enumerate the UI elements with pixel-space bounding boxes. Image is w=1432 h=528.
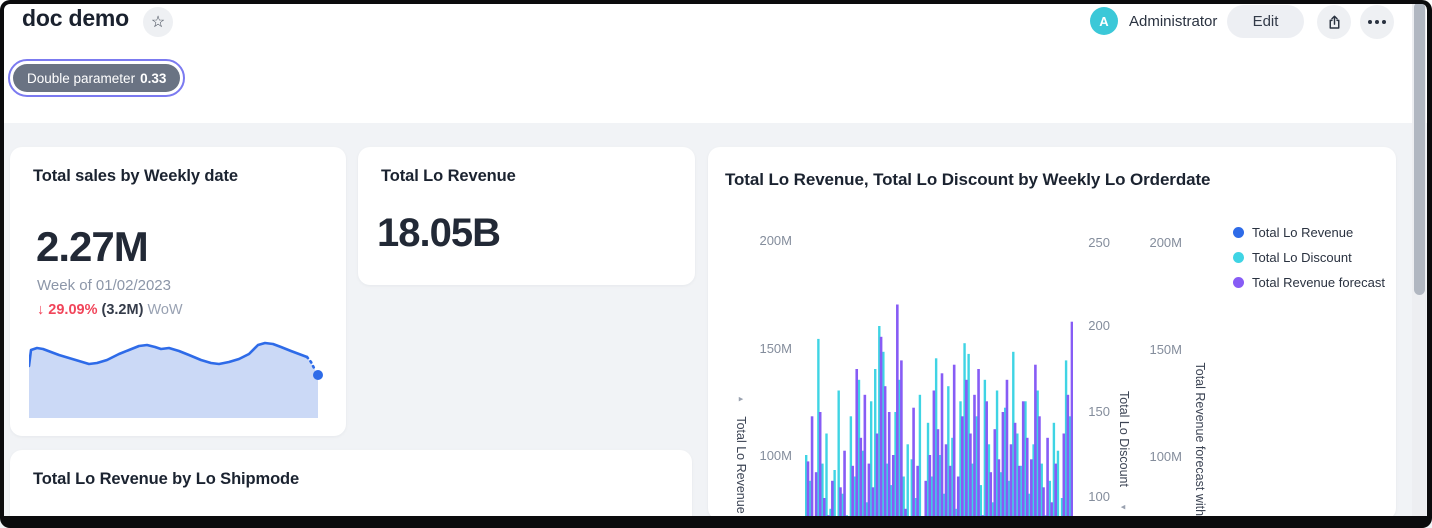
axis-tick: 200M <box>759 233 792 248</box>
more-menu-button[interactable] <box>1360 5 1394 39</box>
sales-sparkline-svg <box>29 340 329 426</box>
user-name-label: Administrator <box>1129 13 1217 30</box>
axis-tick: 150 <box>1088 404 1110 419</box>
combo-chart-plot-area[interactable] <box>805 202 1073 520</box>
change-percent: 29.09% <box>48 302 97 318</box>
axis-tick: 150M <box>1149 342 1182 357</box>
change-delta: (3.2M) <box>102 302 144 318</box>
down-arrow-icon: ↓ <box>37 302 44 318</box>
card-combo-chart: Total Lo Revenue, Total Lo Discount by W… <box>708 147 1396 520</box>
kpi-value: 18.05B <box>377 211 500 256</box>
kpi-change: ↓ 29.09% (3.2M) WoW <box>37 302 183 318</box>
combo-right-axis-ticks: 200M 150M 100M <box>1122 147 1182 520</box>
avatar[interactable]: A <box>1090 7 1118 35</box>
axis-pointer-right-icon: ▸ <box>739 394 744 405</box>
axis-tick: 200M <box>1149 235 1182 250</box>
legend-item-total-lo-discount[interactable]: Total Lo Discount <box>1233 250 1385 265</box>
legend-label: Total Lo Revenue <box>1252 225 1353 240</box>
legend-item-total-revenue-forecast[interactable]: Total Revenue forecast <box>1233 275 1385 290</box>
legend-label: Total Lo Discount <box>1252 250 1352 265</box>
axis-tick: 150M <box>759 341 792 356</box>
parameter-chip[interactable]: Double parameter 0.33 <box>8 59 185 97</box>
middle-axis-title: Total Lo Discount <box>1117 391 1131 487</box>
axis-tick: 100M <box>1149 449 1182 464</box>
avatar-initial: A <box>1099 14 1108 29</box>
axis-tick: 100M <box>759 448 792 463</box>
card-title: Total Lo Revenue <box>381 167 516 186</box>
legend-dot-icon <box>1233 227 1244 238</box>
combo-bars-svg <box>805 202 1073 520</box>
sales-sparkline-chart[interactable] <box>29 340 329 426</box>
axis-pointer-left-icon: ◂ <box>1121 502 1126 513</box>
chart-legend: Total Lo Revenue Total Lo Discount Total… <box>1233 225 1385 290</box>
card-shipmode-chart: Total Lo Revenue by Lo Shipmode <box>10 450 692 528</box>
axis-tick: 250 <box>1088 235 1110 250</box>
card-title: Total sales by Weekly date <box>33 167 238 186</box>
edit-button[interactable]: Edit <box>1227 5 1304 38</box>
legend-label: Total Revenue forecast <box>1252 275 1385 290</box>
left-axis-title: Total Lo Revenue <box>734 416 748 513</box>
kpi-subtitle: Week of 01/02/2023 <box>37 277 171 294</box>
card-title: Total Lo Revenue by Lo Shipmode <box>33 470 299 489</box>
header: doc demo ☆ A Administrator Edit Double p… <box>0 0 1432 123</box>
card-total-lo-revenue: Total Lo Revenue 18.05B <box>358 147 695 285</box>
right-axis-title: Total Revenue forecast with dis <box>1193 362 1207 520</box>
kpi-value: 2.27M <box>36 223 148 271</box>
legend-dot-icon <box>1233 277 1244 288</box>
page-title: doc demo <box>22 5 129 32</box>
card-total-sales: Total sales by Weekly date 2.27M Week of… <box>10 147 346 436</box>
axis-tick: 100 <box>1088 489 1110 504</box>
axis-tick: 200 <box>1088 318 1110 333</box>
parameter-chip-label: Double parameter <box>27 71 135 86</box>
legend-item-total-lo-revenue[interactable]: Total Lo Revenue <box>1233 225 1385 240</box>
legend-dot-icon <box>1233 252 1244 263</box>
favorite-button[interactable]: ☆ <box>143 7 173 37</box>
change-period: WoW <box>147 302 182 318</box>
ellipsis-icon <box>1368 20 1386 24</box>
scrollbar-thumb[interactable] <box>1414 2 1425 295</box>
share-button[interactable] <box>1317 5 1351 39</box>
star-icon: ☆ <box>151 12 165 32</box>
parameter-chip-value: 0.33 <box>140 71 166 86</box>
share-icon <box>1326 14 1343 31</box>
